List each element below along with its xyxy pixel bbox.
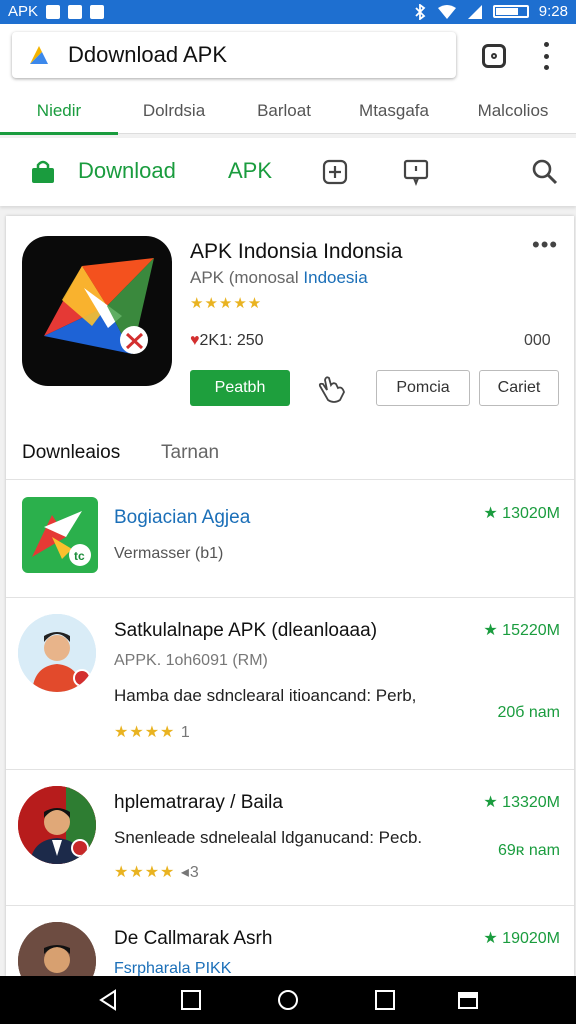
list-item-title[interactable]: De Callmarak Asrh (114, 928, 272, 950)
list-item-title[interactable]: hplematraray / Baila (114, 792, 283, 814)
bluetooth-icon (415, 3, 426, 20)
heart-icon: ♥ (190, 332, 200, 349)
avatar (18, 922, 96, 976)
wifi-icon (437, 4, 456, 19)
tab-category-5[interactable]: Malcolios (450, 88, 576, 134)
list-item-rating: ★ 13020M (483, 505, 560, 522)
address-bar[interactable]: Ddownload APK (12, 32, 456, 78)
list-item-meta: Fsrpharala PIKK (114, 960, 232, 976)
avatar (18, 786, 96, 864)
category-tabs: Niedir Dolrdsia Barloat Mtasgafa Malcoli… (0, 88, 576, 135)
list-item[interactable]: hplematraray / Baila Snenleade sdneleala… (6, 770, 574, 906)
app-icon[interactable] (22, 236, 172, 386)
list-item[interactable]: tc Bogiacian Agjea Vermasser (b1) ★ 1302… (6, 481, 574, 598)
list-item-title[interactable]: Satkulalnape APK (dleanloaaa) (114, 620, 377, 642)
app-title: APK Indonsia Indonsia (190, 240, 403, 263)
star-count: 1 (180, 724, 191, 741)
list-item-title[interactable]: Bogiacian Agjea (114, 507, 250, 529)
system-navigation-bar (0, 976, 576, 1024)
browser-menu-icon[interactable] (540, 42, 552, 70)
site-logo-icon (30, 46, 48, 64)
status-left-text: APK (8, 3, 39, 20)
list-item-rating: ★ 15220M (483, 622, 560, 639)
hand-pointer-icon[interactable] (314, 372, 348, 406)
list-item-stars: ★★★★ ◂3 (114, 862, 200, 882)
svg-text:tc: tc (74, 549, 85, 563)
app-subtitle: APK (monosal Indoesia (190, 268, 368, 288)
tab-category-1[interactable]: Niedir (0, 88, 118, 135)
tab-category-3[interactable]: Barloat (230, 88, 338, 134)
avatar-image (18, 786, 96, 864)
list-item-meta: APPK. 1oh6091 (RM) (114, 652, 268, 669)
star-rating: ★★★★ (114, 724, 176, 741)
recent-apps-icon[interactable] (179, 988, 203, 1012)
add-box-icon[interactable] (321, 158, 349, 186)
battery-icon (492, 5, 529, 18)
address-text: Ddownload APK (68, 42, 227, 67)
list-item-rating: ★ 19020M (483, 930, 560, 947)
secondary-button-1[interactable]: Pomcia (376, 370, 470, 406)
list-item-stars: ★★★★ 1 (114, 722, 191, 742)
section-tabs: Downleaios Tarnan (6, 428, 574, 480)
tabs-button[interactable] (482, 44, 506, 68)
download-link[interactable]: Download (78, 158, 176, 184)
notification-icon (68, 4, 83, 19)
search-icon[interactable] (531, 158, 559, 186)
tab-category-4[interactable]: Mtasgafa (338, 88, 450, 134)
notification-icon (90, 4, 105, 19)
apk-link[interactable]: APK (228, 158, 272, 184)
notification-icon (46, 4, 61, 19)
app-likes-value: 2K1: 250 (199, 332, 264, 349)
list-item-meta: Vermasser (b1) (114, 545, 224, 562)
app-star-rating: ★★★★★ (190, 295, 263, 312)
store-toolbar: Download APK (0, 138, 576, 206)
comment-icon[interactable] (402, 158, 430, 186)
star-count: ◂3 (180, 864, 200, 881)
app-subtitle-prefix: APK (monosal (190, 268, 304, 287)
tab-category-2[interactable]: Dolrdsia (118, 88, 230, 134)
app-subtitle-link[interactable]: Indoesia (303, 268, 367, 287)
tab-downloads[interactable]: Downleaios (22, 442, 120, 464)
status-time: 9:28 (538, 3, 568, 20)
home-icon[interactable] (276, 988, 300, 1012)
app-list-logo-icon: tc (32, 511, 91, 566)
back-icon[interactable] (96, 988, 120, 1012)
shopping-bag-icon[interactable] (30, 160, 56, 184)
star-rating: ★★★★ (114, 864, 176, 881)
app-logo-icon (44, 258, 154, 354)
list-item-rating: ★ 13320M (483, 794, 560, 811)
app-likes: ♥2K1: 250 (190, 332, 264, 350)
list-item-description: Hamba dae sdnclearal itioancand: Perb, (114, 686, 417, 705)
more-options-icon[interactable]: ••• (532, 232, 558, 258)
app-detail-card: APK Indonsia Indonsia APK (monosal Indoe… (6, 216, 574, 976)
avatar (18, 614, 96, 692)
list-item[interactable]: De Callmarak Asrh Fsrpharala PIKK ★ 1902… (6, 906, 574, 976)
list-item[interactable]: Satkulalnape APK (dleanloaaa) APPK. 1oh6… (6, 598, 574, 770)
secondary-button-2[interactable]: Cariet (479, 370, 559, 406)
signal-icon (467, 4, 482, 19)
list-item-description: Snenleade sdnelealal ldganucand: Pecb. (114, 828, 423, 847)
primary-action-button[interactable]: Peatbh (190, 370, 290, 406)
status-bar: APK 9:28 (0, 0, 576, 24)
avatar-image (18, 922, 96, 976)
tab-second[interactable]: Tarnan (161, 442, 219, 464)
window-icon[interactable] (456, 988, 480, 1012)
list-item-size: 69ʀ nam (497, 842, 560, 859)
browser-toolbar: Ddownload APK (0, 24, 576, 88)
list-item-size: 20б nam (497, 704, 560, 721)
square-icon[interactable] (373, 988, 397, 1012)
app-list-icon: tc (22, 497, 98, 573)
avatar-image (18, 614, 96, 692)
app-count: 000 (524, 332, 551, 349)
